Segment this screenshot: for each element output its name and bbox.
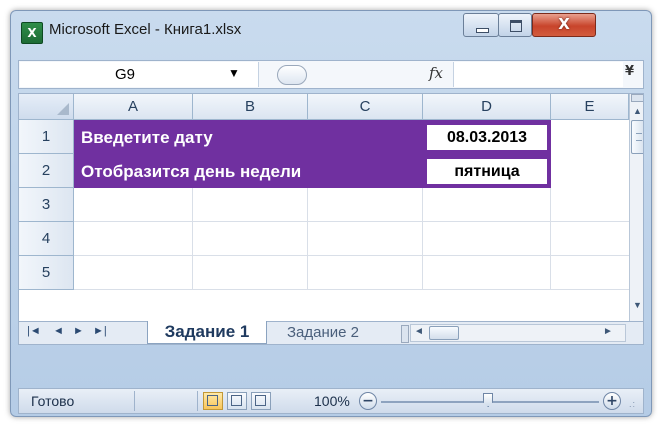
scroll-right-icon[interactable]: ► bbox=[603, 326, 613, 337]
first-sheet-icon[interactable]: |◄ bbox=[27, 325, 41, 337]
cell-d1[interactable]: 08.03.2013 bbox=[425, 123, 549, 152]
select-all-icon bbox=[57, 103, 69, 115]
split-box[interactable] bbox=[631, 94, 643, 102]
column-header-e[interactable]: E bbox=[551, 94, 629, 120]
zoom-slider-thumb[interactable] bbox=[483, 393, 493, 407]
page-break-view-button[interactable] bbox=[251, 392, 271, 410]
row-header-3[interactable]: 3 bbox=[19, 188, 74, 222]
zoom-in-button[interactable]: + bbox=[603, 392, 621, 410]
insert-function-icon[interactable]: fx bbox=[429, 64, 443, 82]
row-header-1[interactable]: 1 bbox=[19, 120, 74, 154]
last-sheet-icon[interactable]: ►| bbox=[93, 325, 107, 337]
page-break-icon bbox=[255, 395, 266, 406]
close-button[interactable]: X bbox=[532, 13, 596, 37]
formula-input[interactable] bbox=[453, 62, 623, 87]
normal-view-icon bbox=[207, 395, 218, 406]
tab-zadanie-2[interactable]: Задание 2 bbox=[269, 322, 379, 344]
column-header-b[interactable]: B bbox=[193, 94, 308, 120]
close-icon: X bbox=[558, 15, 570, 33]
maximize-button[interactable] bbox=[498, 13, 532, 37]
tab-split-handle[interactable] bbox=[401, 325, 409, 343]
worksheet-grid[interactable]: A B C D E 1 2 3 4 5 Введетите дату Отобр… bbox=[18, 93, 644, 345]
prev-sheet-icon[interactable]: ◄ bbox=[53, 325, 64, 337]
tab-zadanie-1[interactable]: Задание 1 bbox=[147, 321, 267, 344]
name-box-dropdown-icon[interactable]: ▼ bbox=[228, 66, 240, 80]
scroll-left-icon[interactable]: ◄ bbox=[414, 326, 424, 337]
resize-grip-icon[interactable]: .: bbox=[629, 399, 636, 409]
page-layout-view-button[interactable] bbox=[227, 392, 247, 410]
status-text: Готово bbox=[31, 393, 75, 409]
cell-d2[interactable]: пятница bbox=[425, 157, 549, 186]
sheet-tab-bar: |◄ ◄ ► ►| Задание 1 Задание 2 ◄ ► bbox=[19, 321, 643, 344]
scroll-up-icon[interactable]: ▲ bbox=[633, 106, 642, 116]
horizontal-scrollbar[interactable]: ◄ ► bbox=[410, 324, 626, 342]
row-header-4[interactable]: 4 bbox=[19, 222, 74, 256]
page-layout-icon bbox=[231, 395, 242, 406]
normal-view-button[interactable] bbox=[203, 392, 223, 410]
title-bar[interactable]: X Microsoft Excel - Книга1.xlsx X bbox=[11, 11, 651, 51]
minimize-icon bbox=[476, 28, 489, 33]
scroll-down-icon[interactable]: ▼ bbox=[633, 300, 642, 310]
column-header-a[interactable]: A bbox=[74, 94, 193, 120]
grip-icon bbox=[636, 133, 642, 141]
vertical-scroll-thumb[interactable] bbox=[631, 120, 643, 154]
vertical-scrollbar[interactable]: ▲ ▼ bbox=[629, 94, 643, 322]
excel-app-icon[interactable]: X bbox=[21, 22, 43, 44]
window-title: Microsoft Excel - Книга1.xlsx bbox=[49, 21, 242, 38]
formula-bar-resize-handle[interactable] bbox=[277, 65, 307, 85]
status-bar: Готово 100% − + .: bbox=[18, 388, 644, 414]
row-header-2[interactable]: 2 bbox=[19, 154, 74, 188]
horizontal-scroll-thumb[interactable] bbox=[429, 326, 459, 340]
maximize-icon bbox=[510, 20, 522, 32]
name-box[interactable]: G9 ▼ bbox=[20, 62, 259, 87]
next-sheet-icon[interactable]: ► bbox=[73, 325, 84, 337]
column-header-d[interactable]: D bbox=[423, 94, 551, 120]
status-divider bbox=[197, 391, 198, 411]
expand-formula-bar-icon[interactable]: ¥ bbox=[625, 64, 634, 79]
select-all-button[interactable] bbox=[19, 94, 74, 120]
name-box-value: G9 bbox=[115, 66, 136, 83]
cell-a2[interactable]: Отобразится день недели bbox=[81, 162, 301, 182]
excel-window: X Microsoft Excel - Книга1.xlsx X G9 ▼ f… bbox=[10, 10, 652, 417]
cell-a1[interactable]: Введетите дату bbox=[81, 128, 213, 148]
column-header-c[interactable]: C bbox=[308, 94, 423, 120]
formula-bar: G9 ▼ fx ¥ bbox=[18, 60, 644, 89]
zoom-level[interactable]: 100% bbox=[314, 393, 350, 409]
zoom-out-button[interactable]: − bbox=[359, 392, 377, 410]
status-divider bbox=[134, 391, 135, 411]
minimize-button[interactable] bbox=[463, 13, 499, 37]
row-header-5[interactable]: 5 bbox=[19, 256, 74, 290]
